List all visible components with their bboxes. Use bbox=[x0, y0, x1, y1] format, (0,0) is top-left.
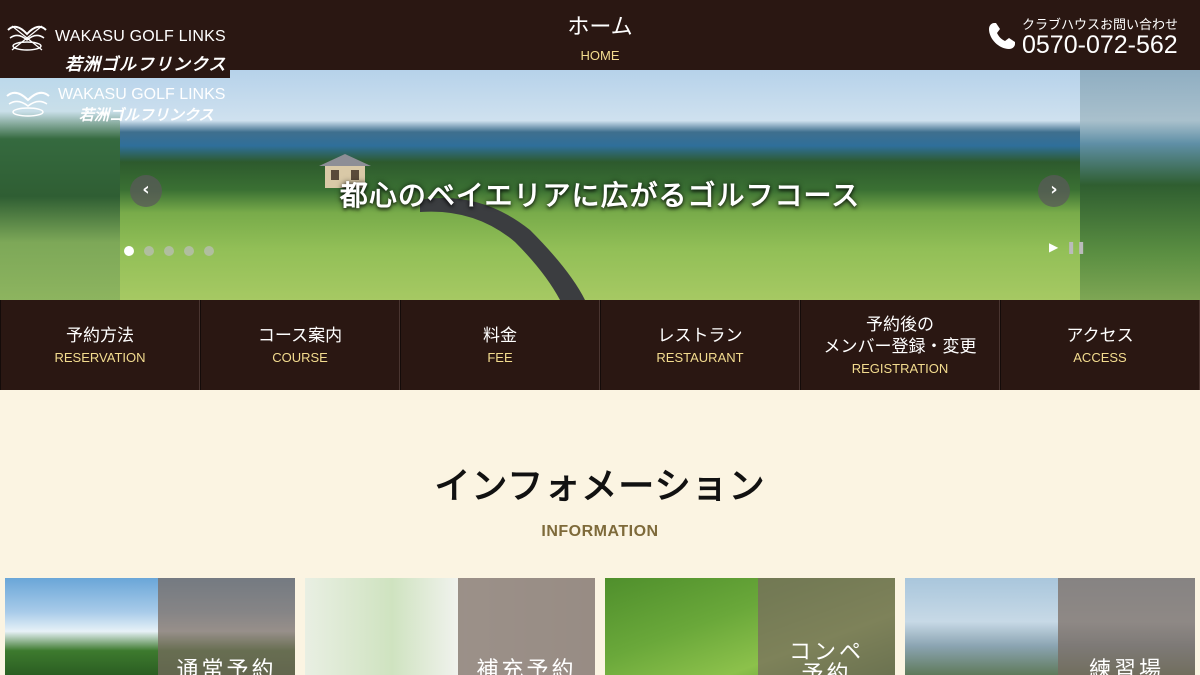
play-icon[interactable]: ▶ bbox=[1049, 240, 1058, 254]
section-subtitle: INFORMATION bbox=[541, 523, 659, 540]
pause-icon[interactable]: ❚❚ bbox=[1066, 240, 1086, 254]
card-label: 練習場 bbox=[1088, 658, 1164, 675]
info-cards: 通常予約 補充予約 コンペ 予約 練習場 bbox=[5, 578, 1195, 675]
nav-item-reservation[interactable]: 予約方法 RESERVATION bbox=[0, 300, 200, 390]
slider-dot[interactable] bbox=[144, 246, 154, 256]
card-label: コンペ 予約 bbox=[788, 640, 864, 675]
phone-icon bbox=[989, 23, 1015, 49]
slider-dot[interactable] bbox=[204, 246, 214, 256]
site-logo[interactable]: WAKASU GOLF LINKS 若洲ゴルフリンクス bbox=[0, 0, 230, 78]
nav-item-sublabel: RESERVATION bbox=[54, 350, 146, 365]
logo-text-jp: 若洲ゴルフリンクス bbox=[65, 55, 227, 75]
slide-logo-text-en: WAKASU GOLF LINKS bbox=[58, 86, 226, 103]
nav-item-fee[interactable]: 料金 FEE bbox=[400, 300, 600, 390]
slider-dots bbox=[124, 241, 224, 256]
slide-logo-overlay: WAKASU GOLF LINKS 若洲ゴルフリンクス bbox=[3, 84, 233, 124]
nav-item-label: レストラン bbox=[657, 326, 743, 346]
contact-number[interactable]: 0570-072-562 bbox=[1022, 31, 1178, 60]
info-card-supplementary-reservation[interactable]: 補充予約 bbox=[305, 578, 595, 675]
nav-item-registration[interactable]: 予約後の メンバー登録・変更 REGISTRATION bbox=[800, 300, 1000, 390]
card-label: 通常予約 bbox=[176, 658, 277, 675]
card-label: 補充予約 bbox=[476, 658, 577, 675]
nav-item-course[interactable]: コース案内 COURSE bbox=[200, 300, 400, 390]
slide-caption: 都心のベイエリアに広がるゴルフコース bbox=[339, 179, 861, 212]
nav-item-sublabel: REGISTRATION bbox=[851, 361, 949, 376]
nav-item-sublabel: FEE bbox=[487, 350, 513, 365]
slider-dot[interactable] bbox=[124, 246, 134, 256]
crossed-clubs-emblem-icon bbox=[6, 91, 50, 117]
slide-logo-text-jp: 若洲ゴルフリンクス bbox=[79, 106, 214, 124]
nav-item-sublabel: ACCESS bbox=[1073, 350, 1127, 365]
nav-item-restaurant[interactable]: レストラン RESTAURANT bbox=[600, 300, 800, 390]
contact-phone[interactable]: クラブハウスお問い合わせ 0570-072-562 bbox=[986, 12, 1186, 62]
nav-item-sublabel: RESTAURANT bbox=[656, 350, 744, 365]
section-title: インフォメーション bbox=[434, 466, 766, 507]
nav-item-label: アクセス bbox=[1066, 326, 1134, 346]
nav-item-access[interactable]: アクセス ACCESS bbox=[1000, 300, 1200, 390]
nav-item-label: 予約後の メンバー登録・変更 bbox=[823, 315, 977, 357]
nav-item-label: 料金 bbox=[483, 326, 517, 346]
crossed-clubs-emblem-icon bbox=[7, 25, 47, 51]
main-nav: 予約方法 RESERVATION コース案内 COURSE 料金 FEE レスト… bbox=[0, 300, 1200, 390]
slider-dot[interactable] bbox=[184, 246, 194, 256]
slider-prev-button[interactable]: ‹ bbox=[130, 175, 162, 207]
info-card-regular-reservation[interactable]: 通常予約 bbox=[5, 578, 295, 675]
nav-item-sublabel: COURSE bbox=[272, 350, 328, 365]
nav-item-label: 予約方法 bbox=[66, 326, 134, 346]
info-card-competition-reservation[interactable]: コンペ 予約 bbox=[605, 578, 895, 675]
slider-next-button[interactable]: › bbox=[1038, 175, 1070, 207]
slider-dot[interactable] bbox=[164, 246, 174, 256]
logo-text-en: WAKASU GOLF LINKS bbox=[55, 28, 226, 45]
slide-preview-right bbox=[1080, 70, 1200, 300]
slider-playback-controls: ▶ ❚❚ bbox=[1049, 240, 1090, 254]
nav-item-label: コース案内 bbox=[257, 326, 343, 346]
info-card-driving-range[interactable]: 練習場 bbox=[905, 578, 1195, 675]
